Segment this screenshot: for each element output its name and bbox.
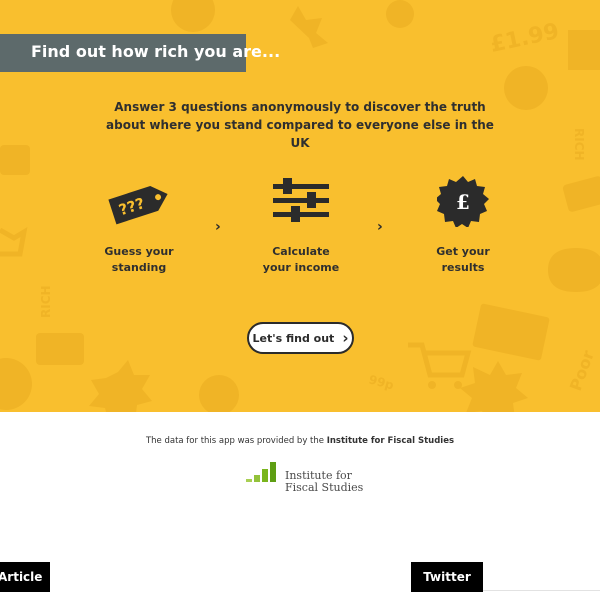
cart-icon <box>0 227 28 257</box>
bg-pence-text: 99p <box>367 372 395 392</box>
chevron-right-icon: › <box>342 329 349 347</box>
coin-icon <box>504 66 548 110</box>
step-label-line: results <box>441 261 485 274</box>
card-icon <box>36 333 84 365</box>
lets-find-out-button[interactable]: Let's find out › <box>247 322 354 354</box>
article-tab[interactable]: Article <box>0 562 50 592</box>
chevron-right-icon: › <box>377 219 383 235</box>
data-credit: The data for this app was provided by th… <box>0 436 600 446</box>
cta-label: Let's find out <box>252 331 335 345</box>
cart-icon <box>408 342 472 378</box>
money-bag-icon <box>568 30 600 70</box>
card-icon <box>0 145 30 175</box>
chevron-right-icon: › <box>215 219 221 235</box>
starburst-icon <box>89 360 152 412</box>
coin-icon <box>199 375 239 412</box>
twitter-tab[interactable]: Twitter <box>411 562 483 592</box>
coin-icon <box>386 0 414 28</box>
bg-poor-text: Poor <box>566 348 598 394</box>
step-label-calculate: Calculate your income <box>241 244 361 276</box>
bg-price-text: £1.99 <box>488 19 561 58</box>
page-title: Find out how rich you are... <box>31 42 281 61</box>
bg-rich-text: RICH <box>39 285 53 318</box>
piggy-bank-icon <box>548 248 600 292</box>
step-label-line: Guess your <box>104 245 174 258</box>
cart-wheel-icon <box>428 381 436 389</box>
step-label-results: Get your results <box>403 244 523 276</box>
step-label-line: Calculate <box>272 245 330 258</box>
credit-org-link[interactable]: Institute for Fiscal Studies <box>327 436 454 446</box>
cart-wheel-icon <box>454 381 462 389</box>
credit-prefix: The data for this app was provided by th… <box>145 436 327 446</box>
step-label-line: Get your <box>436 245 490 258</box>
bg-rich-text: RICH <box>572 128 586 161</box>
card-icon <box>562 176 600 212</box>
price-tag-icon: ??? <box>108 186 168 225</box>
pound-symbol: £ <box>456 190 470 214</box>
ifs-logo-icon[interactable] <box>246 459 282 483</box>
sliders-icon <box>273 178 329 222</box>
starburst-icon <box>290 6 328 48</box>
starburst-icon <box>460 361 528 412</box>
banknote-icon <box>472 303 550 361</box>
ifs-logo-text: Institute for Fiscal Studies <box>285 470 363 494</box>
ifs-logo-line: Fiscal Studies <box>285 481 364 494</box>
step-label-line: your income <box>262 261 340 274</box>
intro-text: Answer 3 questions anonymously to discov… <box>106 100 494 150</box>
coin-icon <box>171 0 215 32</box>
coin-icon <box>0 358 32 410</box>
step-label-line: standing <box>111 261 167 274</box>
hero-section: £1.99 RICH RICH Poor 99p Find out how ri… <box>0 0 600 412</box>
step-label-guess: Guess your standing <box>79 244 199 276</box>
pound-badge-icon: £ <box>437 176 489 227</box>
divider <box>483 590 600 591</box>
